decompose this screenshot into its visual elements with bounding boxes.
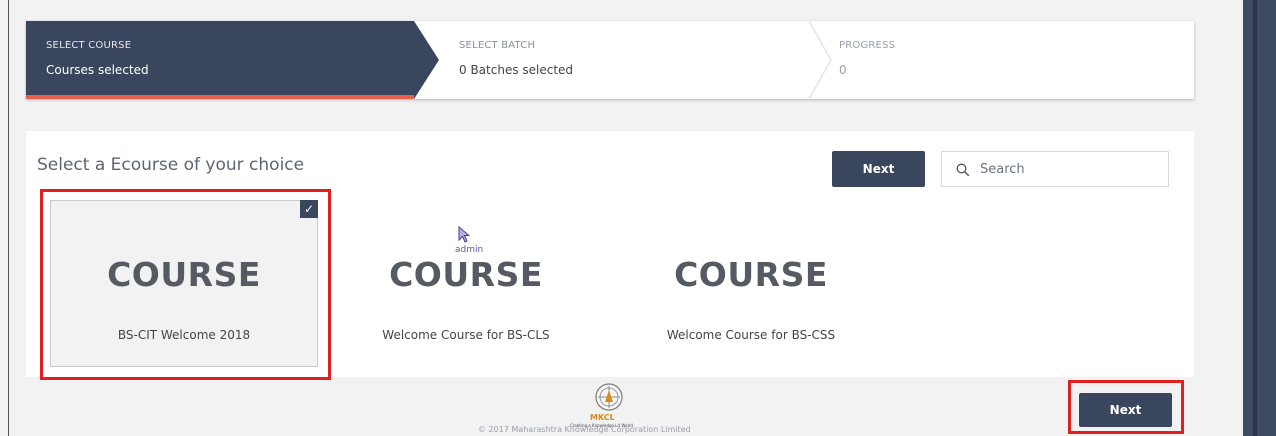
copyright-text: © 2017 Maharashtra Knowledge Corporation… bbox=[478, 425, 691, 434]
step-arrow bbox=[414, 21, 439, 99]
step-select-batch[interactable]: SELECT BATCH 0 Batches selected bbox=[439, 21, 832, 99]
progress-stepper: SELECT COURSE Courses selected SELECT BA… bbox=[26, 21, 1194, 99]
next-button-top[interactable]: Next bbox=[832, 151, 925, 187]
step-value: 0 Batches selected bbox=[459, 63, 574, 77]
right-scroll-panel bbox=[1243, 0, 1276, 436]
logo-text: MKCL bbox=[590, 413, 615, 422]
cursor-tooltip: admin bbox=[455, 245, 484, 255]
course-name: Welcome Course for BS-CSS bbox=[666, 328, 836, 342]
highlight-box-course-card bbox=[40, 189, 331, 380]
step-label: SELECT BATCH bbox=[459, 40, 536, 51]
search-icon bbox=[956, 163, 970, 177]
step-label: PROGRESS bbox=[839, 40, 896, 51]
course-name: Welcome Course for BS-CLS bbox=[382, 328, 550, 342]
highlight-box-next-button bbox=[1068, 380, 1184, 434]
course-image-text: COURSE bbox=[674, 255, 828, 294]
step-select-course[interactable]: SELECT COURSE Courses selected bbox=[26, 21, 439, 99]
step-value: Courses selected bbox=[46, 63, 149, 77]
course-image-text: COURSE bbox=[389, 255, 543, 294]
search-placeholder: Search bbox=[980, 162, 1025, 177]
step-progress[interactable]: PROGRESS 0 bbox=[819, 21, 1194, 99]
search-input[interactable]: Search bbox=[941, 151, 1169, 187]
course-card-bs-css[interactable]: COURSE Welcome Course for BS-CSS bbox=[617, 200, 885, 367]
panel-title: Select a Ecourse of your choice bbox=[37, 155, 305, 175]
mouse-cursor-icon bbox=[458, 226, 470, 243]
right-panel-divider bbox=[1253, 0, 1257, 436]
active-step-underline bbox=[26, 95, 414, 99]
step-value: 0 bbox=[839, 63, 847, 77]
step-label: SELECT COURSE bbox=[46, 40, 132, 51]
mkcl-logo-icon bbox=[595, 383, 623, 411]
